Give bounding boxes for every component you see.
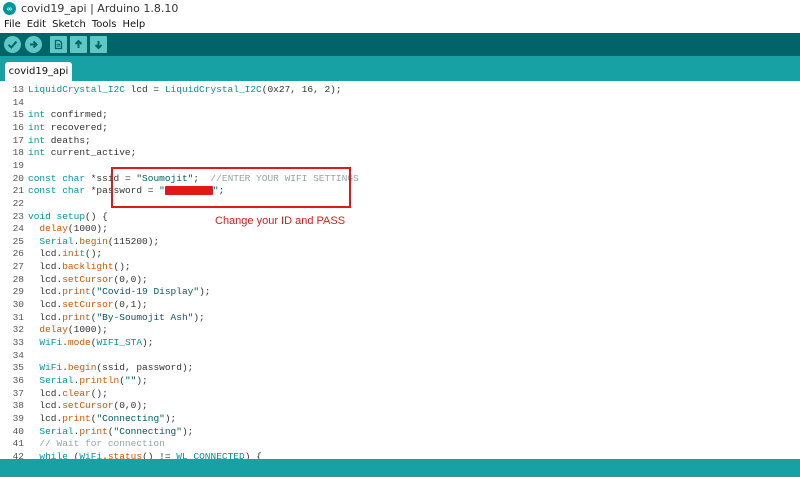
code-text: void setup() { <box>28 210 108 222</box>
line-number: 37 <box>12 387 24 399</box>
menu-bar: File Edit Sketch Tools Help <box>0 17 800 32</box>
line-number: 42 <box>12 450 24 459</box>
code-text: int deaths; <box>28 134 91 146</box>
line-number: 25 <box>12 235 24 247</box>
window-title: covid19_api | Arduino 1.8.10 <box>21 2 179 15</box>
line-number: 19 <box>12 159 24 171</box>
menu-tools[interactable]: Tools <box>92 19 117 30</box>
line-number: 14 <box>12 96 24 108</box>
line-number: 36 <box>12 374 24 386</box>
save-button[interactable] <box>90 36 107 53</box>
verify-icon <box>7 40 18 49</box>
code-text: Serial.print("Connecting"); <box>39 425 194 437</box>
new-icon <box>54 39 63 50</box>
code-text: int recovered; <box>28 121 108 133</box>
tab-covid19-api[interactable]: covid19_api <box>5 62 72 81</box>
code-text: Serial.println(""); <box>39 374 148 386</box>
line-number: 41 <box>12 438 24 450</box>
line-number: 40 <box>12 425 24 437</box>
code-text: WiFi.begin(ssid, password); <box>39 362 194 374</box>
highlight-box <box>111 167 351 208</box>
line-number: 35 <box>12 362 24 374</box>
code-editor[interactable]: 42 while (WiFi.status() != WL_CONNECTED)… <box>0 81 800 459</box>
line-number: 13 <box>12 84 24 95</box>
code-text: lcd.setCursor(0,0); <box>28 273 148 285</box>
line-number: 18 <box>12 147 24 159</box>
upload-icon <box>30 40 38 49</box>
open-button[interactable] <box>70 36 87 53</box>
code-text: LiquidCrystal_I2C lcd = LiquidCrystal_I2… <box>28 84 342 95</box>
save-icon <box>94 41 103 50</box>
line-number: 32 <box>12 324 24 336</box>
new-button[interactable] <box>50 36 67 53</box>
line-number: 23 <box>12 210 24 222</box>
code-text: lcd.clear(); <box>28 387 108 399</box>
menu-sketch[interactable]: Sketch <box>52 19 86 30</box>
line-number: 28 <box>12 273 24 285</box>
line-number: 38 <box>12 400 24 412</box>
line-number: 39 <box>12 412 24 424</box>
line-number: 21 <box>12 185 24 197</box>
title-bar: ∞ covid19_api | Arduino 1.8.10 <box>0 0 800 17</box>
line-number: 20 <box>12 172 24 184</box>
code-text: delay(1000); <box>39 223 108 235</box>
code-text: lcd.setCursor(0,1); <box>28 299 148 311</box>
line-number: 31 <box>12 311 24 323</box>
code-text: Serial.begin(115200); <box>39 235 160 247</box>
code-text: lcd.backlight(); <box>28 261 131 273</box>
upload-button[interactable] <box>25 36 42 53</box>
code-text: lcd.print("By-Soumojit Ash"); <box>28 311 205 323</box>
line-number: 17 <box>12 134 24 146</box>
toolbar <box>0 33 800 56</box>
tab-strip: covid19_api <box>0 56 800 81</box>
code-text: // Wait for connection <box>39 438 165 450</box>
code-text: WiFi.mode(WIFI_STA); <box>39 337 154 348</box>
menu-edit[interactable]: Edit <box>27 19 46 30</box>
code-text: lcd.init(); <box>28 248 103 260</box>
line-number: 15 <box>12 109 24 121</box>
line-number: 27 <box>12 261 24 273</box>
open-icon <box>74 39 83 48</box>
line-number: 24 <box>12 223 24 235</box>
menu-file[interactable]: File <box>4 19 21 30</box>
annotation-text: Change your ID and PASS <box>215 215 346 227</box>
line-number: 16 <box>12 121 24 133</box>
verify-button[interactable] <box>4 36 21 53</box>
code-text: delay(1000); <box>39 324 108 336</box>
code-text: lcd.print("Connecting"); <box>28 412 177 424</box>
line-number: 30 <box>12 299 24 311</box>
line-number: 33 <box>12 337 24 348</box>
code-text: lcd.setCursor(0,0); <box>28 400 148 412</box>
line-number: 26 <box>12 248 24 260</box>
code-text: int confirmed; <box>28 109 108 121</box>
status-bar <box>0 459 800 477</box>
code-text: int current_active; <box>28 147 137 159</box>
code-text: lcd.print("Covid-19 Display"); <box>28 286 211 298</box>
line-number: 29 <box>12 286 24 298</box>
line-number: 22 <box>12 197 24 209</box>
menu-help[interactable]: Help <box>122 19 145 30</box>
code-text: while (WiFi.status() != WL_CONNECTED) { <box>39 450 262 459</box>
arduino-logo-icon: ∞ <box>3 2 16 15</box>
line-number: 34 <box>12 349 24 361</box>
